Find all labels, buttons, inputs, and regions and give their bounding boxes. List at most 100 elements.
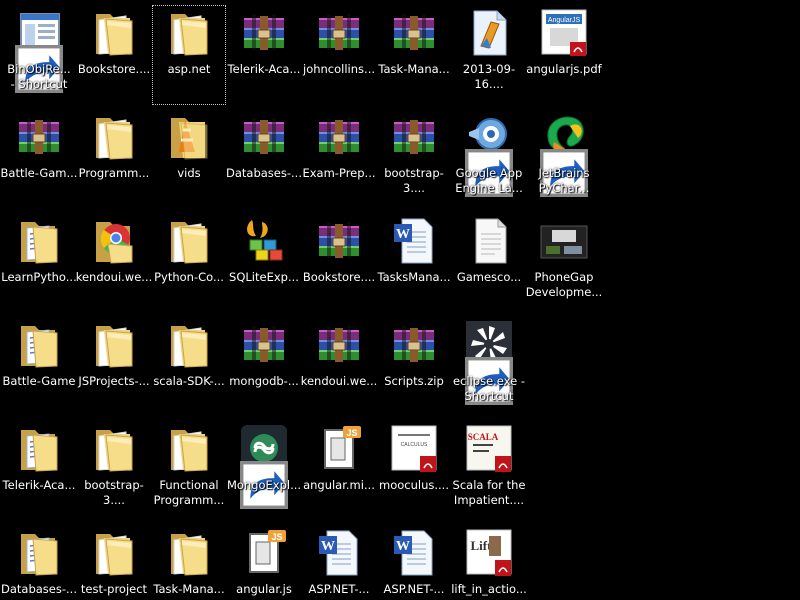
desktop-icon[interactable]: kendoui.we... — [75, 213, 153, 313]
desktop-icon-label: scala-SDK-... — [153, 374, 225, 388]
desktop-icon-label: angular.js — [236, 582, 292, 596]
javascript-file-icon: JS — [240, 528, 288, 578]
desktop-icon[interactable]: Task-Mana... — [152, 525, 226, 600]
desktop-icon-label: kendoui.we... — [300, 374, 378, 388]
shortcut-arrow-icon — [15, 44, 63, 93]
desktop-icon[interactable]: W ASP.NET-... — [377, 525, 451, 600]
rar-archive-icon — [315, 8, 363, 58]
desktop-icon[interactable]: Exam-Prep... — [302, 109, 376, 209]
desktop-icon-label: BinObjRe... - Shortcut — [7, 62, 71, 91]
rar-archive-icon — [315, 216, 363, 266]
folder-icon — [90, 8, 138, 58]
desktop-icon-label: JetBrains PyChar... — [538, 166, 590, 195]
folder-icon — [90, 112, 138, 162]
mongo-explorer-icon — [240, 424, 288, 509]
desktop-icon[interactable]: AngularJS angularjs.pdf — [526, 5, 602, 105]
desktop[interactable]: BinObjRe... - Shortcut Bookstore.... asp… — [0, 0, 800, 600]
desktop-icon-label: Functional Programm... — [153, 478, 225, 507]
desktop-icon[interactable]: eclipse.exe - Shortcut — [452, 317, 526, 417]
svg-text:AngularJS: AngularJS — [548, 17, 581, 24]
desktop-icon-label: JSProjects-... — [78, 374, 150, 388]
desktop-icon[interactable]: Databases-... — [226, 109, 302, 209]
desktop-icon[interactable]: LearnPytho... — [1, 213, 77, 313]
desktop-icon-label: Battle-Game — [2, 374, 76, 388]
text-file-icon — [465, 216, 513, 266]
desktop-icon[interactable]: Telerik-Aca... — [227, 5, 301, 105]
eclipse-icon — [465, 320, 513, 405]
desktop-icon-label: Bookstore.... — [302, 270, 376, 284]
rar-archive-icon — [315, 112, 363, 162]
desktop-icon-label: mooculus.... — [379, 478, 449, 492]
desktop-icon[interactable]: test-project — [77, 525, 151, 600]
desktop-icon[interactable]: Functional Programm... — [152, 421, 226, 521]
desktop-icon-label: ASP.NET-... — [308, 582, 370, 596]
desktop-icon[interactable]: bootstrap-3.... — [77, 421, 151, 521]
desktop-icon[interactable]: PhoneGap Developme... — [525, 213, 603, 313]
rar-archive-icon — [240, 320, 288, 370]
desktop-icon[interactable]: Bookstore.... — [302, 213, 376, 313]
rar-archive-icon — [390, 320, 438, 370]
desktop-icon[interactable]: BinObjRe... - Shortcut — [2, 5, 76, 105]
desktop-icon-label: Scripts.zip — [384, 374, 444, 388]
pdf-icon: SCALA — [465, 424, 513, 474]
desktop-icon-label: Bookstore.... — [77, 62, 151, 76]
desktop-icon[interactable]: vids — [152, 109, 226, 209]
desktop-icon-label: PhoneGap Developme... — [525, 270, 603, 299]
desktop-icon[interactable]: scala-SDK-... — [152, 317, 226, 417]
svg-text:W: W — [321, 539, 335, 554]
folder-icon — [15, 424, 63, 474]
desktop-icon[interactable]: Battle-Gam... — [0, 109, 78, 209]
desktop-icon[interactable]: JSProjects-... — [77, 317, 151, 417]
desktop-icon-label: Exam-Prep... — [302, 166, 376, 180]
desktop-icon-label: lift_in_actio... — [451, 582, 527, 596]
desktop-icon[interactable]: 2013-09-16.... — [452, 5, 526, 105]
desktop-icon[interactable]: JS angular.mi... — [302, 421, 376, 521]
desktop-icon-label: Battle-Gam... — [0, 166, 78, 180]
desktop-icon[interactable]: CALCULUS mooculus.... — [377, 421, 451, 521]
desktop-icon[interactable]: MongoExpl... — [227, 421, 301, 521]
folder-icon — [15, 216, 63, 266]
desktop-icon[interactable]: Gamesco... — [452, 213, 526, 313]
desktop-icon[interactable]: Task-Mana... — [377, 5, 451, 105]
folder-icon — [165, 320, 213, 370]
desktop-icon[interactable]: JS angular.js — [227, 525, 301, 600]
desktop-icon[interactable]: Lift lift_in_actio... — [451, 525, 527, 600]
desktop-icon-label: Telerik-Aca... — [227, 62, 301, 76]
desktop-icon[interactable]: Python-Co... — [152, 213, 226, 313]
shortcut-arrow-icon — [240, 460, 288, 509]
desktop-icon-label: ASP.NET-... — [383, 582, 445, 596]
desktop-icon[interactable]: JetBrains PyChar... — [527, 109, 601, 209]
desktop-icon[interactable]: SCALA Scala for the Impatient.... — [452, 421, 526, 521]
desktop-icon[interactable]: kendoui.we... — [300, 317, 378, 417]
folder-icon — [90, 424, 138, 474]
desktop-icon[interactable]: Programm... — [77, 109, 151, 209]
desktop-icon[interactable]: mongodb-... — [227, 317, 301, 417]
pdf-icon: AngularJS — [540, 8, 588, 58]
desktop-icon[interactable]: W ASP.NET-... — [302, 525, 376, 600]
desktop-icon[interactable]: asp.net — [152, 5, 226, 105]
pdf-icon: Lift — [465, 528, 513, 578]
desktop-icon[interactable]: Google App Engine La... — [452, 109, 526, 209]
word-document-icon: W — [390, 528, 438, 578]
rar-archive-icon — [390, 112, 438, 162]
desktop-icon-label: kendoui.we... — [75, 270, 153, 284]
desktop-icon-label: johncollins... — [303, 62, 375, 76]
desktop-icon[interactable]: W TasksMana... — [377, 213, 451, 313]
desktop-icon[interactable]: Bookstore.... — [77, 5, 151, 105]
desktop-icon[interactable]: Databases-... — [1, 525, 77, 600]
desktop-icon[interactable]: johncollins... — [302, 5, 376, 105]
desktop-icon[interactable]: Battle-Game — [2, 317, 76, 417]
desktop-icon-label: angular.mi... — [303, 478, 375, 492]
shortcut-arrow-icon — [465, 356, 513, 405]
pycharm-icon — [540, 112, 588, 197]
desktop-icon[interactable]: Telerik-Aca... — [2, 421, 76, 521]
desktop-icon[interactable]: SQLiteExp... — [227, 213, 301, 313]
desktop-icon[interactable]: Scripts.zip — [377, 317, 451, 417]
desktop-icon-label: LearnPytho... — [1, 270, 77, 284]
shortcut-arrow-icon — [540, 148, 588, 197]
desktop-icon[interactable]: bootstrap-3.... — [377, 109, 451, 209]
folder-icon — [165, 112, 213, 162]
desktop-icon-label: eclipse.exe - Shortcut — [452, 374, 525, 403]
desktop-icon-label: asp.net — [167, 62, 211, 76]
word-document-icon: W — [315, 528, 363, 578]
